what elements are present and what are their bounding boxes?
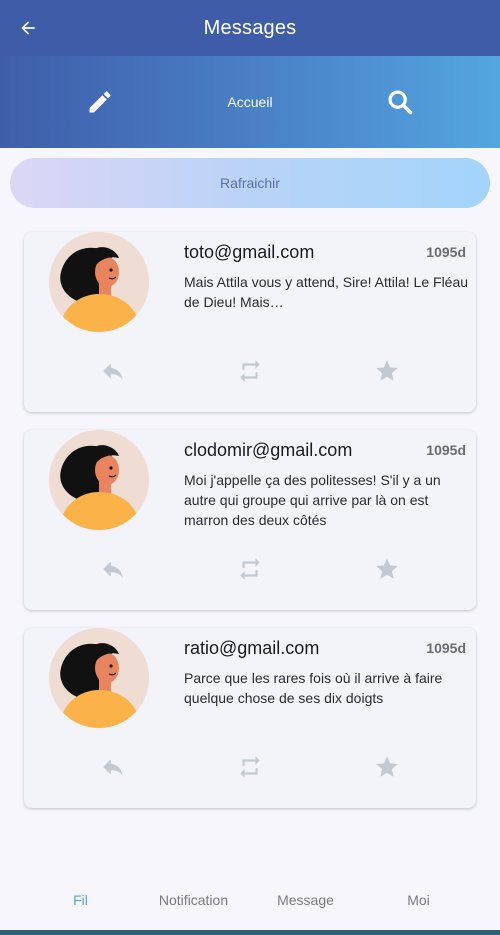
- message-age: 1095d: [426, 640, 466, 656]
- reply-icon: [103, 561, 123, 578]
- avatar: [49, 232, 149, 332]
- message-actions: [24, 356, 476, 386]
- pencil-icon: [89, 91, 111, 113]
- bottom-edge: [0, 930, 500, 935]
- retweet-button[interactable]: [235, 752, 265, 782]
- retweet-button[interactable]: [235, 356, 265, 386]
- star-icon: [376, 360, 398, 381]
- reply-button[interactable]: [98, 356, 128, 386]
- message-age: 1095d: [426, 442, 466, 458]
- message-card[interactable]: toto@gmail.com 1095d Mais Attila vous y …: [24, 232, 476, 412]
- message-age: 1095d: [426, 244, 466, 260]
- star-icon: [376, 558, 398, 579]
- favorite-button[interactable]: [372, 752, 402, 782]
- message-card[interactable]: ratio@gmail.com 1095d Parce que les rare…: [24, 628, 476, 808]
- retweet-icon: [240, 756, 260, 778]
- home-label: Accueil: [227, 94, 273, 110]
- message-feed: toto@gmail.com 1095d Mais Attila vous y …: [24, 232, 476, 826]
- search-button[interactable]: [325, 56, 475, 148]
- toolbar: Accueil: [0, 56, 500, 148]
- retweet-icon: [240, 558, 260, 580]
- refresh-button[interactable]: Rafraichir: [10, 158, 490, 208]
- nav-item-notification[interactable]: Notification: [131, 892, 256, 908]
- nav-item-fil[interactable]: Fil: [18, 892, 143, 908]
- avatar-illustration: [49, 232, 149, 332]
- message-card[interactable]: clodomir@gmail.com 1095d Moi j'appelle ç…: [24, 430, 476, 610]
- avatar-illustration: [49, 628, 149, 728]
- avatar-illustration: [49, 430, 149, 530]
- home-tab[interactable]: Accueil: [175, 56, 325, 148]
- favorite-button[interactable]: [372, 356, 402, 386]
- retweet-icon: [240, 360, 260, 382]
- reply-button[interactable]: [98, 752, 128, 782]
- app-bar: Messages: [0, 0, 500, 56]
- sender-email: ratio@gmail.com: [184, 638, 320, 658]
- avatar: [49, 430, 149, 530]
- arrow-left-icon: [21, 21, 35, 35]
- nav-item-moi[interactable]: Moi: [356, 892, 481, 908]
- message-text: Mais Attila vous y attend, Sire! Attila!…: [184, 274, 469, 310]
- page-title: Messages: [203, 16, 297, 39]
- retweet-button[interactable]: [235, 554, 265, 584]
- back-button[interactable]: [14, 14, 42, 42]
- sender-email: toto@gmail.com: [184, 242, 315, 262]
- reply-button[interactable]: [98, 554, 128, 584]
- message-actions: [24, 554, 476, 584]
- reply-icon: [103, 363, 123, 380]
- nav-item-message[interactable]: Message: [243, 892, 368, 908]
- star-icon: [376, 756, 398, 777]
- compose-button[interactable]: [25, 56, 175, 148]
- avatar: [49, 628, 149, 728]
- bottom-nav: Fil Notification Message Moi: [0, 868, 500, 930]
- sender-email: clodomir@gmail.com: [184, 440, 353, 460]
- message-text: Parce que les rares fois où il arrive à …: [184, 670, 443, 706]
- message-actions: [24, 752, 476, 782]
- favorite-button[interactable]: [372, 554, 402, 584]
- message-text: Moi j'appelle ça des politesses! S'il y …: [184, 472, 441, 528]
- search-icon: [388, 90, 413, 115]
- reply-icon: [103, 759, 123, 776]
